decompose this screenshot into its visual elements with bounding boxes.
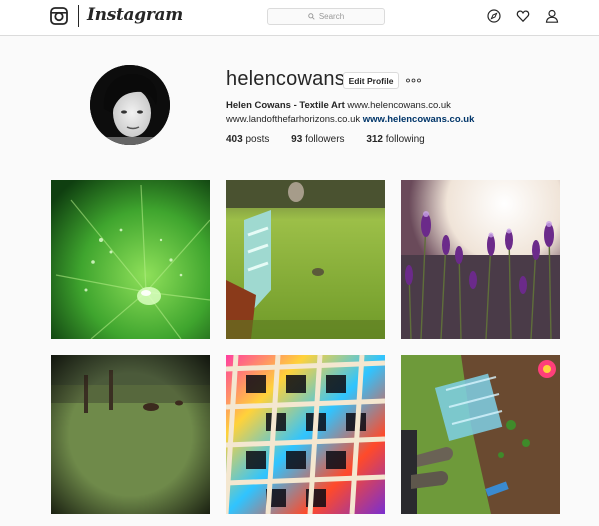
profile-website-link[interactable]: www.helencowans.co.uk — [363, 114, 475, 125]
logo-divider — [78, 5, 79, 27]
post-boots-plants-soil[interactable] — [401, 355, 560, 514]
followers-count[interactable]: 93 followers — [291, 134, 344, 145]
search-icon — [308, 13, 315, 20]
post-field-with-cows[interactable] — [51, 355, 210, 514]
instagram-wordmark[interactable]: Instagram — [87, 5, 183, 25]
bio-website-text: www.helencowans.co.uk — [347, 100, 451, 111]
post-purple-lavender[interactable] — [401, 180, 560, 339]
post-green-leaf-dewdrop[interactable] — [51, 180, 210, 339]
explore-compass-icon[interactable] — [487, 9, 501, 23]
following-count[interactable]: 312 following — [366, 134, 424, 145]
profile-full-name: Helen Cowans - Textile Art — [226, 100, 345, 111]
profile-username: helencowans — [226, 68, 345, 90]
post-garden-bench-lawn[interactable] — [226, 180, 385, 339]
bio-second-website-text: www.landofthefarhorizons.co.uk — [226, 114, 361, 125]
profile-person-icon[interactable] — [545, 9, 559, 23]
bio-line-2: www.landofthefarhorizons.co.uk www.helen… — [226, 114, 474, 125]
post-colourful-grid[interactable] — [226, 355, 385, 514]
heart-icon[interactable] — [516, 9, 530, 23]
posts-count: 403 posts — [226, 134, 270, 145]
profile-avatar[interactable] — [90, 65, 170, 145]
profile-stats: 403 posts 93 followers 312 following — [226, 134, 444, 145]
edit-profile-button[interactable]: Edit Profile — [343, 72, 399, 89]
search-input[interactable]: Search — [267, 8, 385, 25]
bio-line-1: Helen Cowans - Textile Art www.helencowa… — [226, 100, 451, 111]
more-options-icon[interactable] — [406, 78, 421, 83]
instagram-camera-icon[interactable] — [50, 7, 68, 25]
search-placeholder: Search — [318, 12, 345, 21]
top-navigation-bar: Instagram Search — [0, 0, 599, 36]
